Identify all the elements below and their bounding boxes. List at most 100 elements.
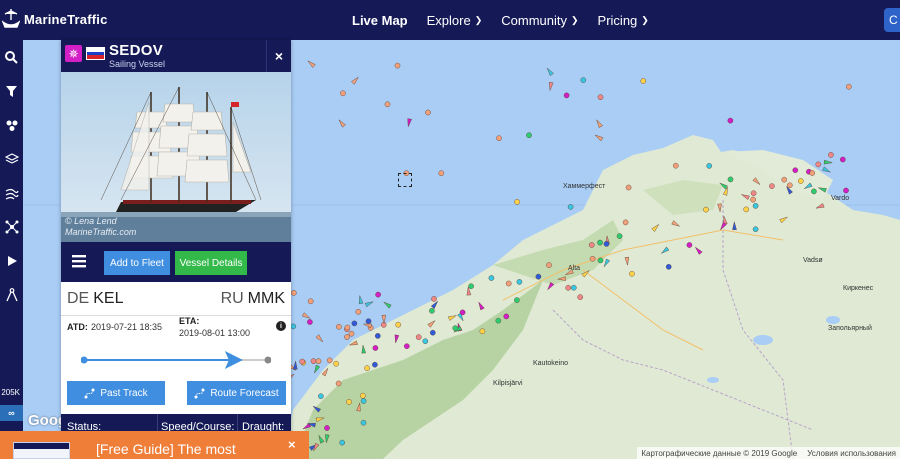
vessel-marker[interactable]: [422, 338, 429, 345]
vessel-photo[interactable]: © Lena Lend MarineTraffic.com: [61, 72, 291, 242]
info-icon[interactable]: i: [276, 321, 286, 331]
vessel-marker[interactable]: [452, 325, 459, 331]
route-forecast-button[interactable]: Route Forecast: [187, 381, 286, 405]
vessel-marker[interactable]: [339, 439, 346, 446]
vessel-marker[interactable]: [673, 162, 679, 169]
vessel-marker[interactable]: [516, 279, 523, 285]
filter-button[interactable]: [0, 76, 23, 106]
fleets-button[interactable]: [0, 110, 23, 140]
vessel-marker[interactable]: [333, 360, 339, 367]
vessel-marker[interactable]: [348, 330, 355, 337]
vessel-marker[interactable]: [360, 419, 367, 426]
vessel-marker[interactable]: [589, 255, 596, 262]
vessel-marker[interactable]: [290, 290, 297, 296]
playback-button[interactable]: [0, 246, 23, 276]
vessel-marker[interactable]: [364, 365, 370, 372]
vessel-marker[interactable]: [622, 219, 629, 226]
vessel-marker[interactable]: [488, 275, 495, 281]
vessel-marker[interactable]: [365, 318, 372, 325]
vessel-marker[interactable]: [372, 361, 378, 368]
vessel-marker[interactable]: [514, 199, 520, 205]
vessel-details-button[interactable]: Vessel Details: [175, 251, 247, 275]
close-panel-button[interactable]: ×: [266, 40, 291, 72]
vessel-marker[interactable]: [840, 156, 846, 163]
vessel-marker[interactable]: [781, 176, 788, 183]
vessel-marker[interactable]: [546, 262, 552, 268]
search-button[interactable]: [0, 42, 23, 72]
vessel-marker[interactable]: [495, 317, 502, 324]
vessel-marker[interactable]: [307, 298, 314, 305]
vessel-marker[interactable]: [603, 241, 610, 247]
vessel-marker[interactable]: [310, 358, 317, 364]
nav-explore[interactable]: Explore ❯: [427, 13, 483, 28]
vessel-marker[interactable]: [640, 78, 647, 84]
vessel-marker[interactable]: [597, 239, 603, 246]
infinity-toggle[interactable]: ∞: [0, 405, 23, 421]
vessel-marker[interactable]: [752, 226, 759, 232]
vessel-marker[interactable]: [792, 167, 799, 173]
past-track-button[interactable]: Past Track: [67, 381, 165, 405]
weather-button[interactable]: [0, 178, 23, 208]
vessel-marker[interactable]: [425, 109, 431, 116]
vessel-marker[interactable]: [307, 319, 313, 325]
hamburger-menu-icon[interactable]: [71, 253, 87, 269]
vessel-marker[interactable]: [809, 170, 816, 176]
vessel-marker[interactable]: [727, 117, 734, 124]
add-to-fleet-button[interactable]: Add to Fleet: [104, 251, 170, 275]
vessel-marker[interactable]: [616, 233, 623, 239]
vessel-marker[interactable]: [394, 62, 401, 69]
vessel-marker[interactable]: [326, 357, 333, 364]
departure-port[interactable]: DE KEL: [67, 290, 123, 308]
vessel-marker[interactable]: [846, 83, 852, 90]
vessel-marker[interactable]: [798, 178, 804, 184]
vessel-marker[interactable]: [571, 284, 577, 291]
terms-link[interactable]: Условия использования: [807, 449, 896, 458]
vessel-marker[interactable]: [299, 358, 306, 365]
nav-community[interactable]: Community ❯: [501, 13, 578, 28]
vessel-marker[interactable]: [479, 328, 486, 335]
vessel-marker[interactable]: [828, 152, 834, 158]
vessel-marker[interactable]: [415, 334, 422, 340]
vessel-marker[interactable]: [384, 101, 391, 108]
vessel-marker[interactable]: [665, 263, 672, 270]
vessel-marker[interactable]: [431, 296, 437, 302]
logo[interactable]: MarineTraffic: [2, 8, 108, 30]
vessel-marker[interactable]: [526, 132, 532, 138]
vessel-marker[interactable]: [503, 313, 510, 320]
vessel-marker[interactable]: [750, 196, 756, 203]
vessel-marker[interactable]: [335, 380, 342, 387]
destination-port[interactable]: RU MMK: [221, 290, 285, 308]
vessel-marker[interactable]: [374, 333, 381, 339]
account-button[interactable]: C: [884, 8, 900, 32]
vessel-marker[interactable]: [340, 90, 346, 97]
promo-banner[interactable]: [Free Guide] The most ×: [0, 431, 309, 459]
vessel-marker[interactable]: [811, 188, 817, 195]
vessel-marker[interactable]: [375, 291, 381, 298]
vessel-marker[interactable]: [351, 320, 358, 327]
vessel-marker[interactable]: [344, 324, 351, 331]
vessel-marker[interactable]: [727, 176, 734, 183]
vessel-marker[interactable]: [459, 309, 466, 316]
vessel-marker[interactable]: [360, 398, 367, 404]
vessel-marker[interactable]: [686, 242, 693, 248]
vessel-marker[interactable]: [514, 297, 520, 303]
vessel-marker[interactable]: [588, 242, 595, 248]
vessel-marker[interactable]: [577, 294, 584, 300]
vessel-marker[interactable]: [563, 92, 570, 99]
selected-vessel-marker[interactable]: [398, 173, 412, 187]
vessel-marker[interactable]: [496, 135, 502, 141]
vessel-marker[interactable]: [344, 334, 350, 340]
vessel-marker[interactable]: [567, 204, 574, 210]
vessel-marker[interactable]: [438, 170, 445, 176]
vessel-marker[interactable]: [346, 399, 352, 405]
vessel-marker[interactable]: [429, 307, 435, 314]
vessel-marker[interactable]: [315, 358, 322, 365]
vessel-marker[interactable]: [324, 425, 330, 431]
vessel-marker[interactable]: [535, 273, 542, 280]
vessel-marker[interactable]: [403, 343, 410, 350]
vessel-marker[interactable]: [629, 270, 635, 277]
vessel-marker[interactable]: [625, 184, 632, 191]
vessel-marker[interactable]: [318, 393, 324, 400]
vessel-marker[interactable]: [290, 323, 297, 330]
vessel-marker[interactable]: [380, 322, 387, 328]
